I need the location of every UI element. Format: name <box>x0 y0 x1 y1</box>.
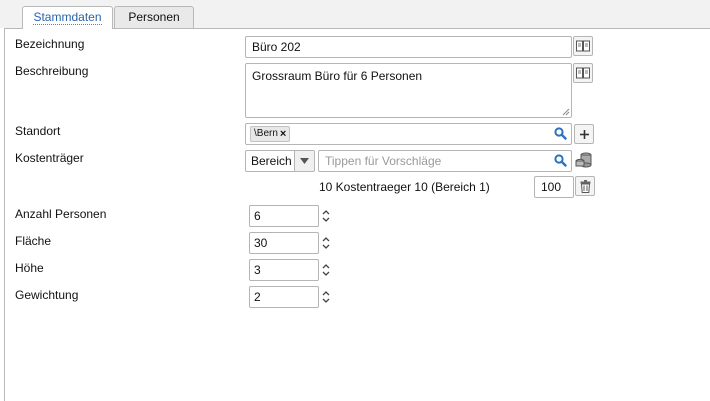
kostentraeger-search-placeholder: Tippen für Vorschläge <box>325 154 442 168</box>
chevron-down-icon[interactable] <box>322 217 330 222</box>
hoehe-label: Höhe <box>15 261 44 275</box>
tab-stammdaten[interactable]: Stammdaten <box>22 6 113 29</box>
plus-icon[interactable] <box>574 124 594 144</box>
beschreibung-textarea[interactable]: Grossraum Büro für 6 Personen <box>245 63 572 118</box>
stepper-buttons[interactable] <box>319 205 333 227</box>
kostentraeger-type-value: Bereich <box>251 154 292 168</box>
chevron-up-icon[interactable] <box>322 291 330 296</box>
tab-personen[interactable]: Personen <box>114 6 194 28</box>
kostentraeger-entry-percent[interactable]: 100 <box>534 176 574 198</box>
stepper-buttons[interactable] <box>319 286 333 308</box>
standort-label: Standort <box>15 124 61 138</box>
chevron-up-icon[interactable] <box>322 237 330 242</box>
book-icon[interactable] <box>573 36 593 56</box>
stepper-buttons[interactable] <box>319 259 333 281</box>
stepper-buttons[interactable] <box>319 232 333 254</box>
search-icon[interactable] <box>554 154 567 167</box>
bezeichnung-label: Bezeichnung <box>15 37 85 51</box>
chevron-up-icon[interactable] <box>322 264 330 269</box>
chevron-down-icon[interactable] <box>322 244 330 249</box>
standort-tag: \Bern × <box>250 126 291 142</box>
standort-tag-label: \Bern <box>254 128 278 139</box>
kostentraeger-type-select[interactable]: Bereich <box>245 150 315 172</box>
hoehe-input[interactable]: 3 <box>249 259 319 281</box>
chevron-up-icon[interactable] <box>322 210 330 215</box>
anzahl-personen-input[interactable]: 6 <box>249 205 319 227</box>
kostentraeger-label: Kostenträger <box>15 151 84 165</box>
bezeichnung-input[interactable]: Büro 202 <box>245 36 572 58</box>
search-icon[interactable] <box>554 127 567 140</box>
trash-icon[interactable] <box>575 176 595 196</box>
chevron-down-icon[interactable] <box>294 151 314 171</box>
gewichtung-input[interactable]: 2 <box>249 286 319 308</box>
tab-bar: Stammdaten Personen <box>0 0 710 29</box>
beschreibung-label: Beschreibung <box>15 64 89 78</box>
beschreibung-text: Grossraum Büro für 6 Personen <box>252 69 423 83</box>
coins-icon[interactable] <box>574 150 594 170</box>
book-icon[interactable] <box>573 63 593 83</box>
flaeche-label: Fläche <box>15 234 52 248</box>
tab-personen-label: Personen <box>128 10 180 24</box>
tab-stammdaten-label: Stammdaten <box>33 10 102 25</box>
standort-input[interactable]: \Bern × <box>245 123 572 145</box>
resize-grip-icon[interactable] <box>562 108 570 116</box>
kostentraeger-search-input[interactable]: Tippen für Vorschläge <box>318 150 572 172</box>
chevron-down-icon[interactable] <box>322 298 330 303</box>
flaeche-input[interactable]: 30 <box>249 232 319 254</box>
remove-tag-icon[interactable]: × <box>280 127 286 141</box>
kostentraeger-entry-name: 10 Kostentraeger 10 (Bereich 1) <box>319 180 490 194</box>
chevron-down-icon[interactable] <box>322 271 330 276</box>
anzahl-personen-label: Anzahl Personen <box>15 207 107 221</box>
gewichtung-label: Gewichtung <box>15 288 79 302</box>
